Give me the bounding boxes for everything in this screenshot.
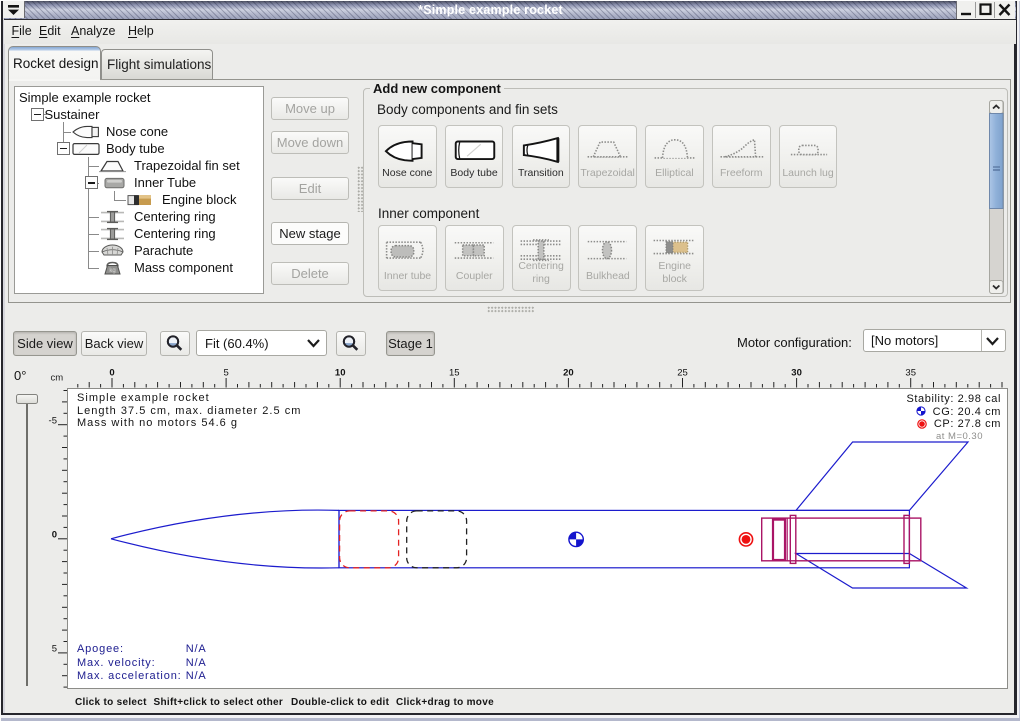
svg-text:kg: kg	[109, 268, 115, 274]
svg-text:0: 0	[109, 367, 114, 378]
svg-text:25: 25	[677, 367, 688, 378]
svg-text:cm: cm	[51, 373, 64, 384]
svg-text:-5: -5	[49, 415, 57, 426]
svg-text:5: 5	[52, 643, 57, 654]
svg-text:15: 15	[449, 367, 460, 378]
svg-text:10: 10	[335, 367, 346, 378]
svg-text:30: 30	[791, 367, 802, 378]
svg-text:0: 0	[52, 529, 57, 540]
svg-text:20: 20	[563, 367, 574, 378]
svg-text:35: 35	[905, 367, 916, 378]
svg-text:5: 5	[223, 367, 228, 378]
